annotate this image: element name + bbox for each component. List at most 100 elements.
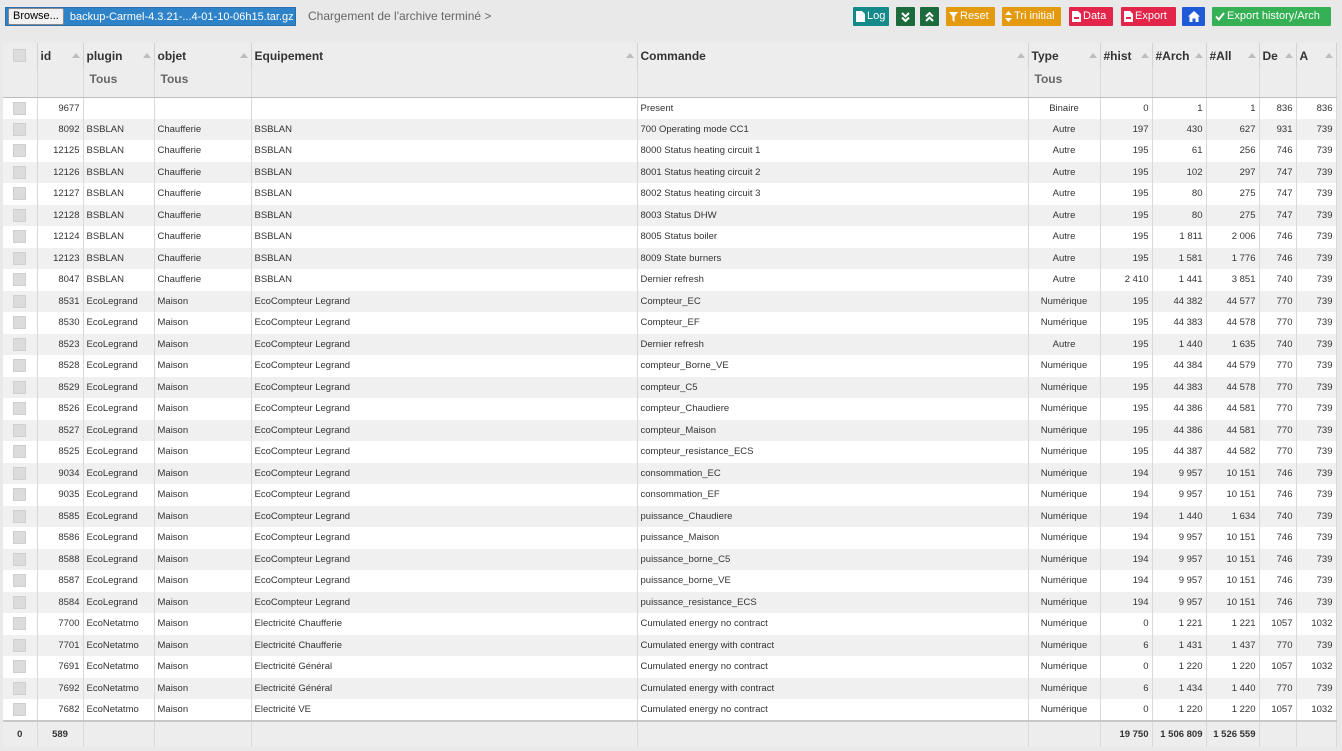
row-checkbox[interactable]: [13, 445, 27, 459]
row-checkbox[interactable]: [13, 660, 27, 674]
col-a[interactable]: A: [1296, 43, 1337, 68]
table-row[interactable]: 12125 BSBLAN Chaufferie BSBLAN 8000 Status h…: [3, 140, 1337, 162]
row-select-cell[interactable]: [3, 699, 38, 721]
row-checkbox[interactable]: [13, 681, 27, 695]
row-select-cell[interactable]: [3, 462, 38, 484]
table-row[interactable]: 7701 EcoNetatmo Maison Electricité Chauffer…: [3, 634, 1337, 656]
row-select-cell[interactable]: [3, 656, 38, 678]
row-select-cell[interactable]: [3, 204, 38, 226]
table-row[interactable]: 12123 BSBLAN Chaufferie BSBLAN 8009 State bu…: [3, 247, 1337, 269]
row-checkbox[interactable]: [13, 144, 27, 158]
col-commande[interactable]: Commande: [637, 43, 1029, 68]
row-checkbox[interactable]: [13, 165, 27, 179]
data-button[interactable]: Data: [1069, 7, 1113, 26]
row-checkbox[interactable]: [13, 101, 27, 115]
row-checkbox[interactable]: [13, 423, 27, 437]
row-select-cell[interactable]: [3, 376, 38, 398]
row-checkbox[interactable]: [13, 294, 27, 308]
table-row[interactable]: 9034 EcoLegrand Maison EcoCompteur Legrand c…: [3, 462, 1337, 484]
row-select-cell[interactable]: [3, 570, 38, 592]
filter-type[interactable]: Tous: [1028, 68, 1101, 98]
table-row[interactable]: 8531 EcoLegrand Maison EcoCompteur Legrand C…: [3, 290, 1337, 312]
row-select-cell[interactable]: [3, 355, 38, 377]
log-button[interactable]: Log: [853, 7, 889, 26]
row-checkbox[interactable]: [13, 595, 27, 609]
table-row[interactable]: 8585 EcoLegrand Maison EcoCompteur Legrand p…: [3, 505, 1337, 527]
row-checkbox[interactable]: [13, 402, 27, 416]
table-row[interactable]: 7700 EcoNetatmo Maison Electricité Chauffer…: [3, 613, 1337, 635]
row-select-cell[interactable]: [3, 527, 38, 549]
row-checkbox[interactable]: [13, 208, 27, 222]
table-row[interactable]: 8525 EcoLegrand Maison EcoCompteur Legrand c…: [3, 441, 1337, 463]
table-row[interactable]: 8586 EcoLegrand Maison EcoCompteur Legrand p…: [3, 527, 1337, 549]
row-select-cell[interactable]: [3, 613, 38, 635]
select-all-checkbox[interactable]: [13, 49, 27, 62]
row-select-cell[interactable]: [3, 247, 38, 269]
row-checkbox[interactable]: [13, 337, 27, 351]
col-id[interactable]: id: [37, 43, 84, 68]
row-select-cell[interactable]: [3, 97, 38, 119]
reset-button[interactable]: Reset: [946, 7, 995, 26]
row-select-cell[interactable]: [3, 548, 38, 570]
row-checkbox[interactable]: [13, 488, 27, 502]
row-select-cell[interactable]: [3, 226, 38, 248]
table-row[interactable]: 12127 BSBLAN Chaufferie BSBLAN 8002 Status h…: [3, 183, 1337, 205]
row-checkbox[interactable]: [13, 122, 27, 136]
col-objet[interactable]: objet: [154, 43, 252, 68]
row-checkbox[interactable]: [13, 574, 27, 588]
col-equipement[interactable]: Equipement: [251, 43, 638, 68]
row-select-cell[interactable]: [3, 161, 38, 183]
collapse-all-button[interactable]: [920, 7, 939, 26]
row-checkbox[interactable]: [13, 531, 27, 545]
file-chooser[interactable]: Browse... backup-Carmel-4.3.21-...4-01-1…: [5, 7, 296, 26]
row-checkbox[interactable]: [13, 230, 27, 244]
export-button[interactable]: Export: [1121, 7, 1176, 26]
row-checkbox[interactable]: [13, 509, 27, 523]
table-row[interactable]: 8523 EcoLegrand Maison EcoCompteur Legrand D…: [3, 333, 1337, 355]
col-arch[interactable]: #Arch: [1152, 43, 1207, 68]
row-select-cell[interactable]: [3, 312, 38, 334]
row-checkbox[interactable]: [13, 638, 27, 652]
row-checkbox[interactable]: [13, 273, 27, 287]
table-row[interactable]: 7692 EcoNetatmo Maison Electricité Général C…: [3, 677, 1337, 699]
row-select-cell[interactable]: [3, 441, 38, 463]
row-checkbox[interactable]: [13, 380, 27, 394]
col-hist[interactable]: #hist: [1100, 43, 1153, 68]
row-select-cell[interactable]: [3, 269, 38, 291]
table-row[interactable]: 8527 EcoLegrand Maison EcoCompteur Legrand c…: [3, 419, 1337, 441]
table-row[interactable]: 8530 EcoLegrand Maison EcoCompteur Legrand C…: [3, 312, 1337, 334]
table-row[interactable]: 7682 EcoNetatmo Maison Electricité VE Cumula…: [3, 699, 1337, 721]
browse-button[interactable]: Browse...: [8, 8, 64, 25]
table-row[interactable]: 8584 EcoLegrand Maison EcoCompteur Legrand p…: [3, 591, 1337, 613]
table-row[interactable]: 8529 EcoLegrand Maison EcoCompteur Legrand c…: [3, 376, 1337, 398]
table-row[interactable]: 7691 EcoNetatmo Maison Electricité Général C…: [3, 656, 1337, 678]
col-type[interactable]: Type: [1028, 43, 1101, 68]
table-row[interactable]: 8092 BSBLAN Chaufferie BSBLAN 700 Operating …: [3, 118, 1337, 140]
row-select-cell[interactable]: [3, 290, 38, 312]
expand-all-button[interactable]: [896, 7, 915, 26]
row-select-cell[interactable]: [3, 634, 38, 656]
col-plugin[interactable]: plugin: [83, 43, 155, 68]
row-checkbox[interactable]: [13, 552, 27, 566]
row-select-cell[interactable]: [3, 333, 38, 355]
filter-plugin[interactable]: Tous: [83, 68, 155, 98]
table-row[interactable]: 9035 EcoLegrand Maison EcoCompteur Legrand c…: [3, 484, 1337, 506]
row-checkbox[interactable]: [13, 316, 27, 330]
col-all[interactable]: #All: [1206, 43, 1260, 68]
row-select-cell[interactable]: [3, 118, 38, 140]
home-button[interactable]: [1182, 7, 1205, 26]
table-row[interactable]: 12128 BSBLAN Chaufferie BSBLAN 8003 Status D…: [3, 204, 1337, 226]
table-row[interactable]: 12124 BSBLAN Chaufferie BSBLAN 8005 Status b…: [3, 226, 1337, 248]
table-row[interactable]: 8526 EcoLegrand Maison EcoCompteur Legrand c…: [3, 398, 1337, 420]
row-checkbox[interactable]: [13, 359, 27, 373]
row-checkbox[interactable]: [13, 466, 27, 480]
row-checkbox[interactable]: [13, 617, 27, 631]
row-select-cell[interactable]: [3, 505, 38, 527]
table-row[interactable]: 9677 Present Binaire 0 1 1 836 836: [3, 97, 1337, 119]
tri-initial-button[interactable]: Tri initial: [1002, 7, 1061, 26]
export-history-button[interactable]: Export history/Arch: [1212, 7, 1331, 26]
row-checkbox[interactable]: [13, 251, 27, 265]
row-select-cell[interactable]: [3, 398, 38, 420]
row-select-cell[interactable]: [3, 677, 38, 699]
row-select-cell[interactable]: [3, 484, 38, 506]
